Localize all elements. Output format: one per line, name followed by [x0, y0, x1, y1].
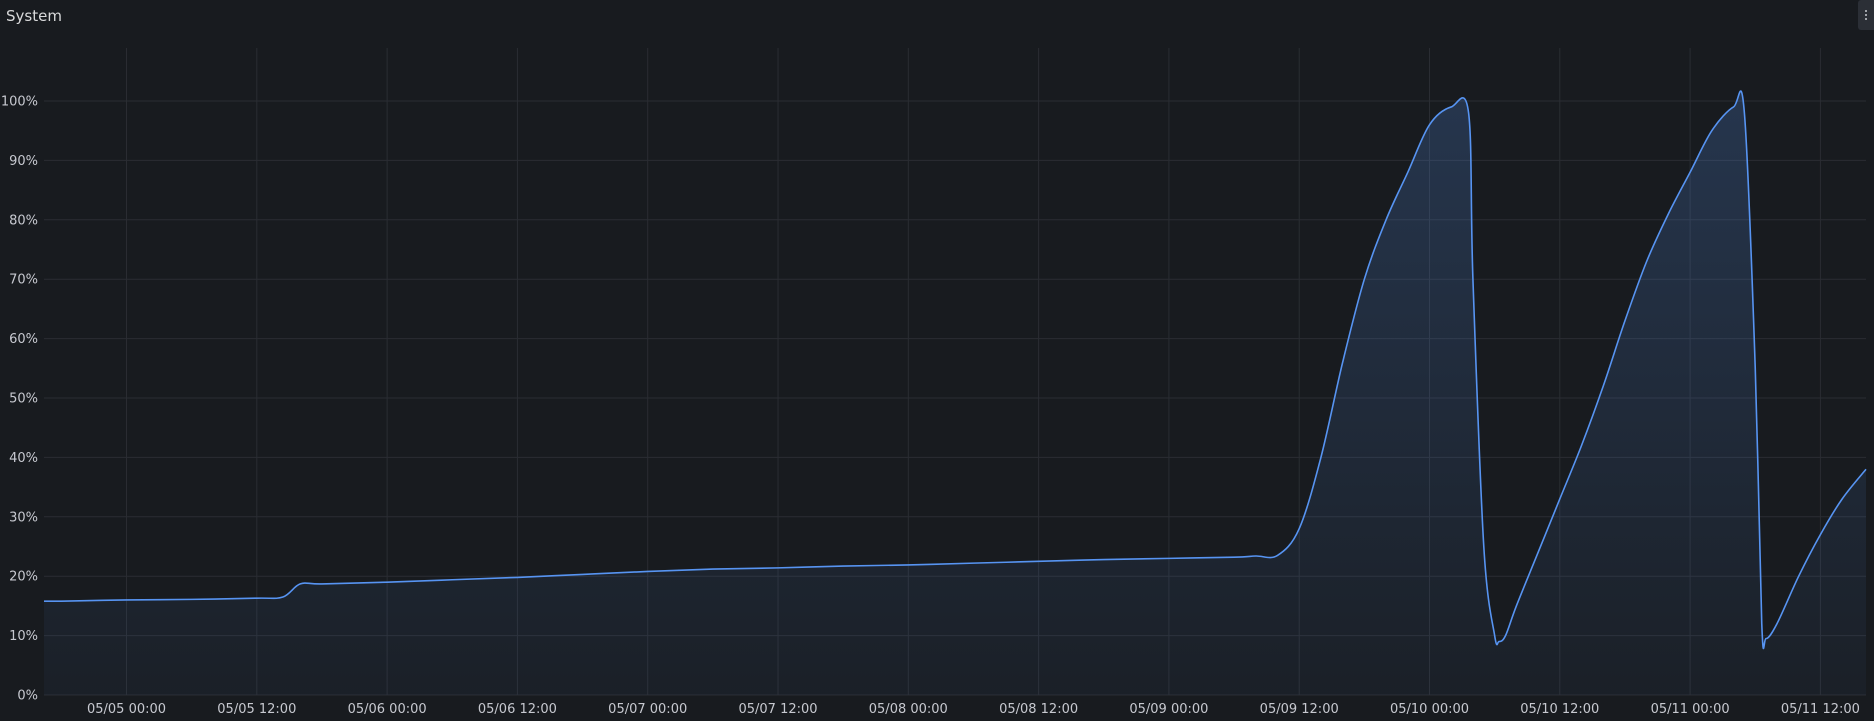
x-tick-label: 05/06 00:00	[348, 702, 427, 717]
y-tick-label: 10%	[9, 629, 38, 644]
x-tick-label: 05/11 00:00	[1651, 702, 1730, 717]
x-tick-label: 05/09 00:00	[1129, 702, 1208, 717]
x-tick-label: 05/10 12:00	[1520, 702, 1599, 717]
x-tick-label: 05/07 12:00	[738, 702, 817, 717]
y-tick-label: 20%	[9, 570, 38, 585]
time-series-chart[interactable]: 0% 10% 20% 30% 40% 50% 60% 70% 80% 90% 100% 05/05 0…	[0, 0, 1874, 721]
system-panel: System 0% 10% 20% 30% 40% 50% 60% 70% 80% 90% 100%…	[0, 0, 1874, 721]
y-tick-label: 90%	[9, 154, 38, 169]
x-tick-label: 05/08 00:00	[869, 702, 948, 717]
y-tick-label: 70%	[9, 273, 38, 288]
x-tick-label: 05/09 12:00	[1260, 702, 1339, 717]
x-tick-label: 05/05 00:00	[87, 702, 166, 717]
x-tick-label: 05/06 12:00	[478, 702, 557, 717]
y-tick-label: 60%	[9, 332, 38, 347]
y-tick-label: 40%	[9, 451, 38, 466]
x-tick-label: 05/08 12:00	[999, 702, 1078, 717]
series-area	[44, 91, 1866, 696]
y-tick-label: 80%	[9, 213, 38, 228]
x-tick-label: 05/05 12:00	[217, 702, 296, 717]
y-tick-label: 100%	[1, 95, 38, 110]
x-tick-label: 05/07 00:00	[608, 702, 687, 717]
y-tick-label: 0%	[17, 689, 38, 704]
y-tick-label: 50%	[9, 392, 38, 407]
x-tick-label: 05/10 00:00	[1390, 702, 1469, 717]
x-tick-label: 05/11 12:00	[1781, 702, 1860, 717]
y-tick-label: 30%	[9, 510, 38, 525]
